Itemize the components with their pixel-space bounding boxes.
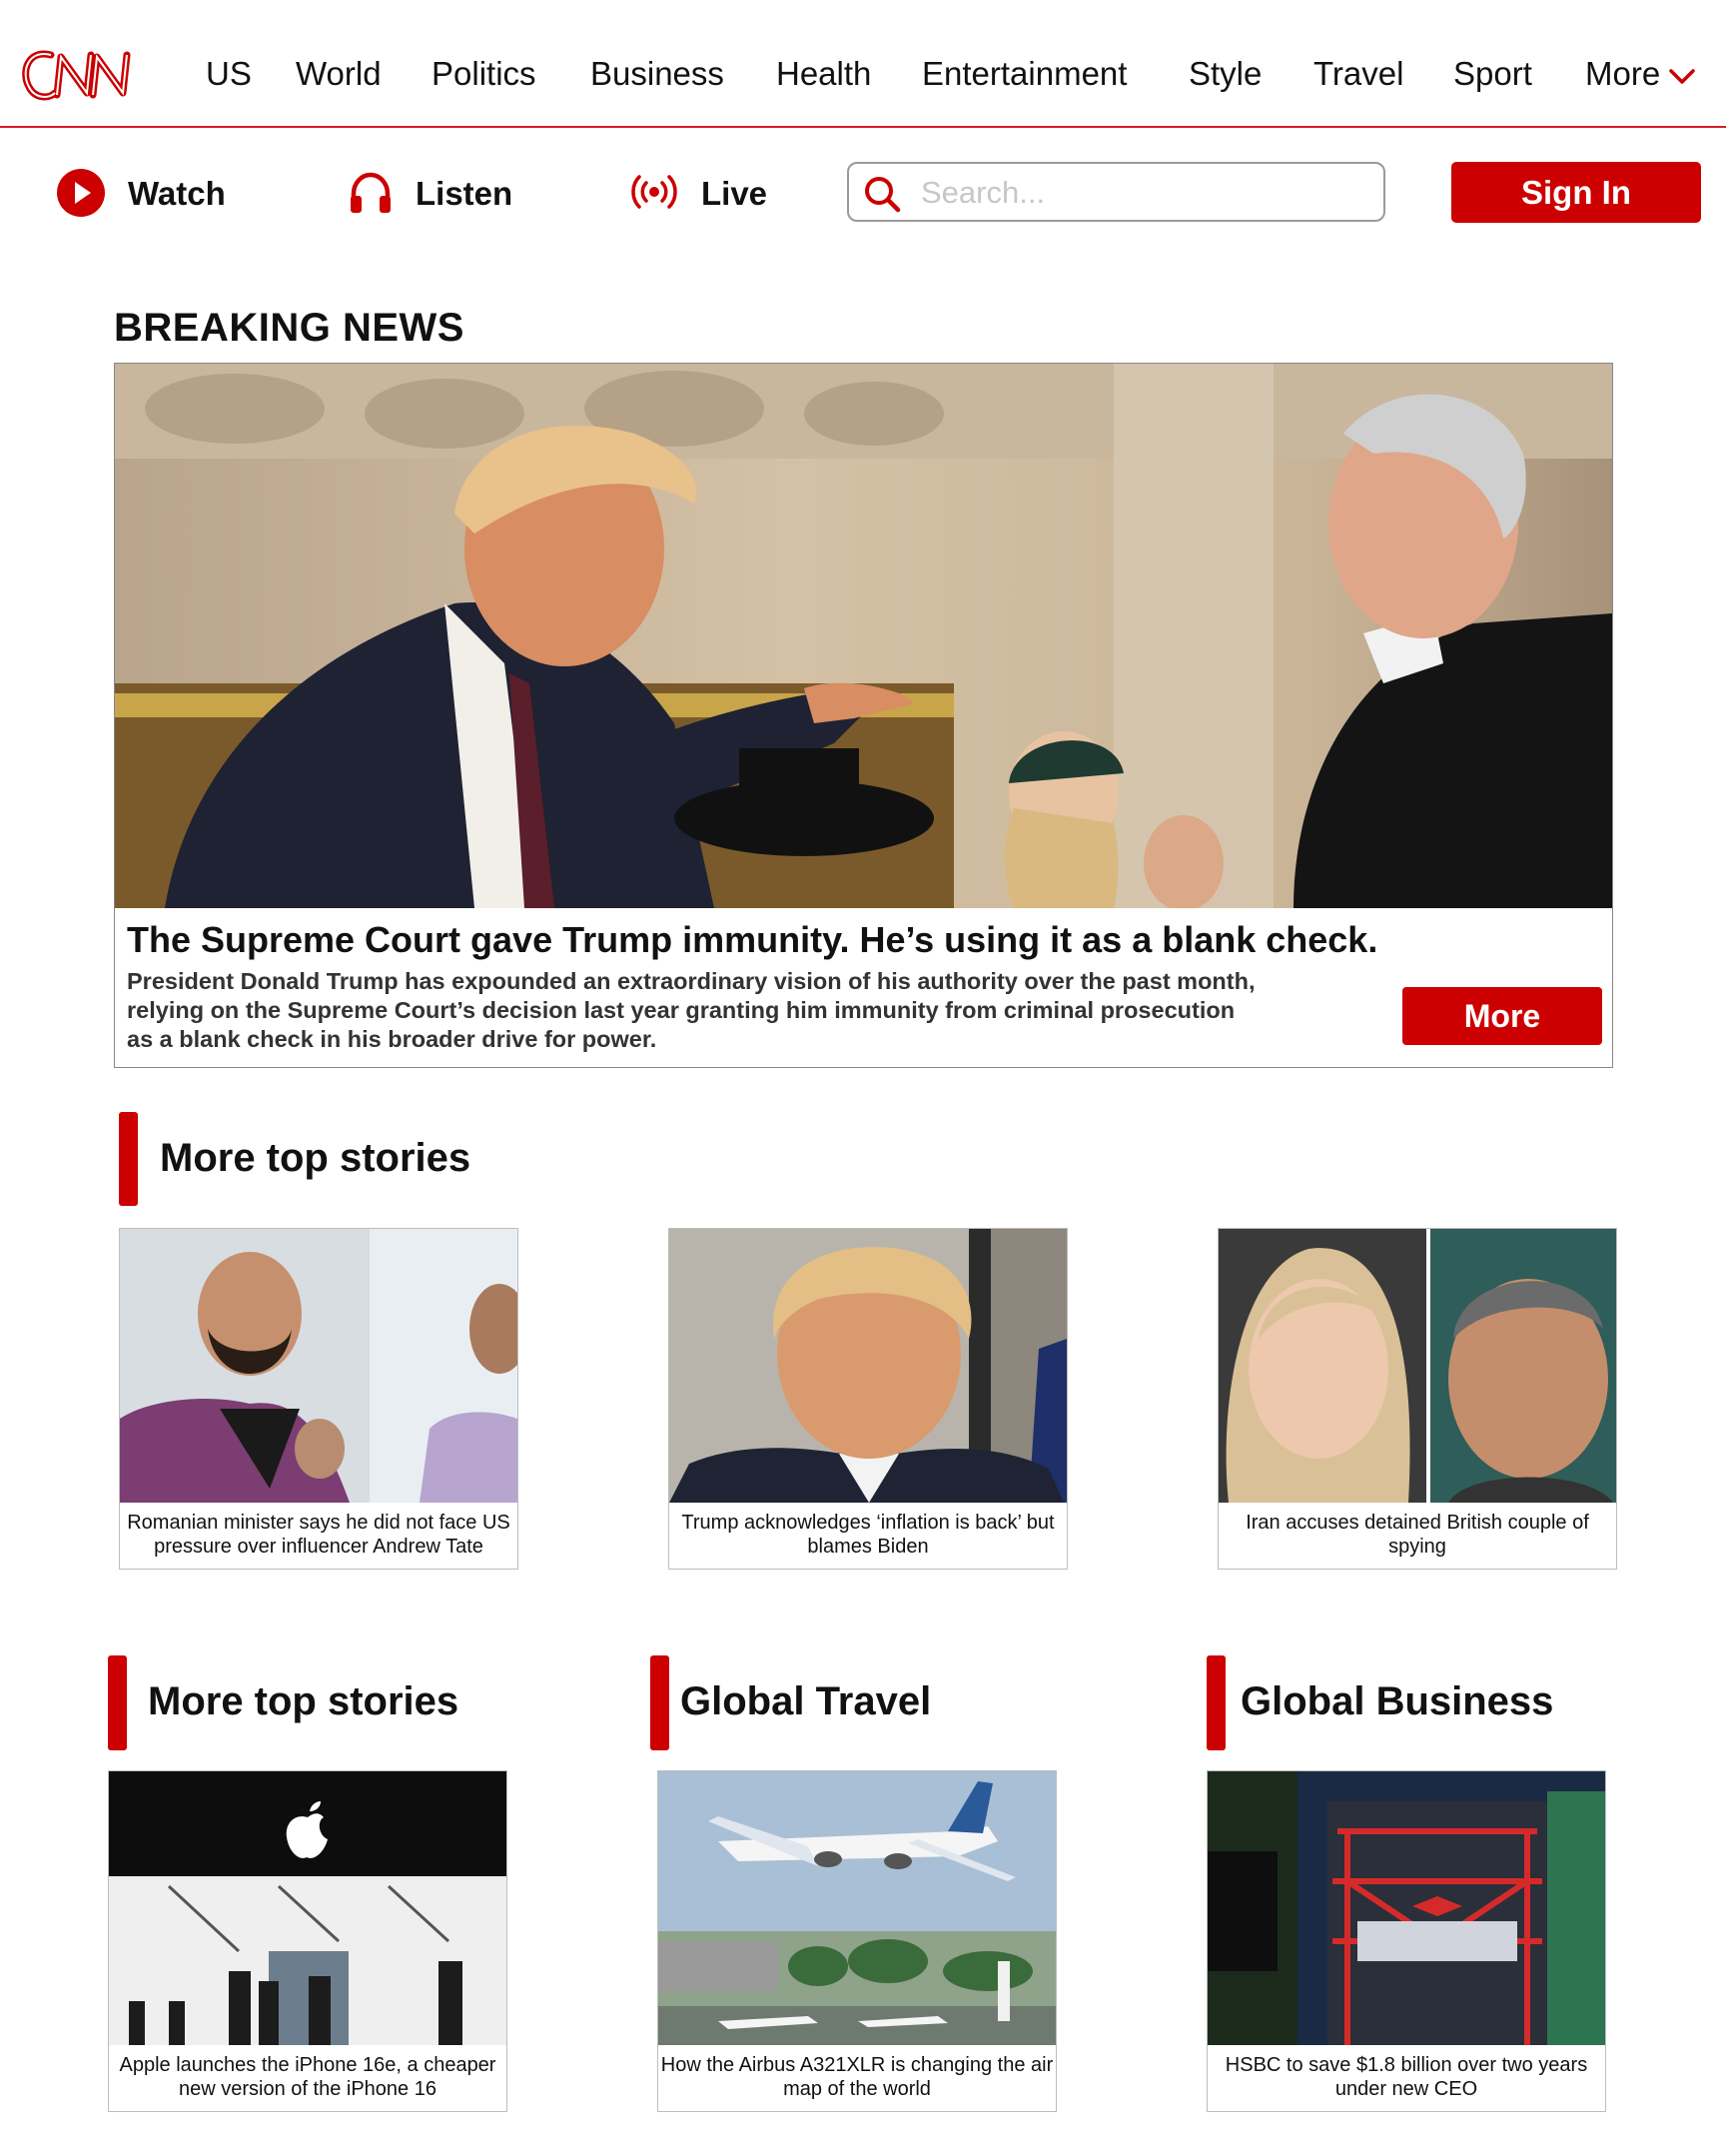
sign-in-button[interactable]: Sign In bbox=[1451, 162, 1701, 223]
nav-entertainment[interactable]: Entertainment bbox=[922, 52, 1127, 96]
story-image[interactable] bbox=[120, 1229, 517, 1503]
headline[interactable]: The Supreme Court gave Trump immunity. H… bbox=[127, 919, 1377, 961]
headline-summary: President Donald Trump has expounded an … bbox=[127, 968, 1256, 1052]
nav-travel[interactable]: Travel bbox=[1313, 52, 1403, 96]
hero-image[interactable] bbox=[115, 364, 1612, 908]
section-title-more-top-stories: More top stories bbox=[160, 1136, 471, 1180]
section-title-global-business: Global Business bbox=[1241, 1679, 1554, 1723]
listen-link[interactable]: Listen bbox=[416, 172, 512, 216]
watch-link[interactable]: Watch bbox=[128, 172, 226, 216]
section-title-more-top-stories-2: More top stories bbox=[148, 1679, 459, 1723]
story-caption[interactable]: Romanian minister says he did not face U… bbox=[120, 1511, 517, 1559]
nav-style[interactable]: Style bbox=[1189, 52, 1262, 96]
story-card[interactable]: Trump acknowledges ‘inflation is back’ b… bbox=[668, 1228, 1068, 1570]
live-broadcast-icon[interactable] bbox=[627, 172, 681, 212]
nav-sport[interactable]: Sport bbox=[1453, 52, 1532, 96]
story-caption[interactable]: Iran accuses detained British couple of … bbox=[1219, 1511, 1616, 1559]
nav-more[interactable]: More bbox=[1585, 52, 1660, 96]
breaking-news-label: BREAKING NEWS bbox=[114, 306, 464, 350]
nav-world[interactable]: World bbox=[296, 52, 382, 96]
story-caption[interactable]: Apple launches the iPhone 16e, a cheaper… bbox=[109, 2053, 506, 2101]
story-image[interactable] bbox=[669, 1229, 1067, 1503]
chevron-down-icon[interactable] bbox=[1668, 65, 1696, 87]
story-card[interactable]: Romanian minister says he did not face U… bbox=[119, 1228, 518, 1570]
story-caption[interactable]: How the Airbus A321XLR is changing the a… bbox=[658, 2053, 1056, 2101]
live-link[interactable]: Live bbox=[701, 172, 767, 216]
story-card[interactable]: HSBC to save $1.8 billion over two years… bbox=[1207, 1770, 1606, 2112]
search-input[interactable] bbox=[919, 172, 1372, 214]
play-icon[interactable] bbox=[56, 168, 106, 218]
search-icon[interactable] bbox=[863, 175, 901, 213]
headphones-icon[interactable] bbox=[348, 170, 394, 216]
section-title-global-travel: Global Travel bbox=[680, 1679, 932, 1723]
story-caption[interactable]: HSBC to save $1.8 billion over two years… bbox=[1208, 2053, 1605, 2101]
story-image[interactable] bbox=[1219, 1229, 1616, 1503]
nav-health[interactable]: Health bbox=[776, 52, 871, 96]
section-accent-bar bbox=[650, 1655, 669, 1750]
nav-business[interactable]: Business bbox=[590, 52, 724, 96]
story-caption[interactable]: Trump acknowledges ‘inflation is back’ b… bbox=[669, 1511, 1067, 1559]
cnn-logo[interactable] bbox=[17, 43, 143, 105]
section-accent-bar bbox=[108, 1655, 127, 1750]
section-accent-bar bbox=[1207, 1655, 1226, 1750]
story-image[interactable] bbox=[1208, 1771, 1605, 2045]
story-image[interactable] bbox=[109, 1771, 506, 2045]
top-navigation-bar: US World Politics Business Health Entert… bbox=[0, 0, 1726, 128]
more-button[interactable]: More bbox=[1402, 987, 1602, 1045]
nav-politics[interactable]: Politics bbox=[432, 52, 536, 96]
story-image[interactable] bbox=[658, 1771, 1056, 2045]
story-card[interactable]: Iran accuses detained British couple of … bbox=[1218, 1228, 1617, 1570]
breaking-news-card[interactable]: The Supreme Court gave Trump immunity. H… bbox=[114, 363, 1613, 1068]
section-accent-bar bbox=[119, 1112, 138, 1206]
nav-us[interactable]: US bbox=[206, 52, 252, 96]
search-box[interactable] bbox=[847, 162, 1385, 222]
story-card[interactable]: How the Airbus A321XLR is changing the a… bbox=[657, 1770, 1057, 2112]
story-card[interactable]: Apple launches the iPhone 16e, a cheaper… bbox=[108, 1770, 507, 2112]
